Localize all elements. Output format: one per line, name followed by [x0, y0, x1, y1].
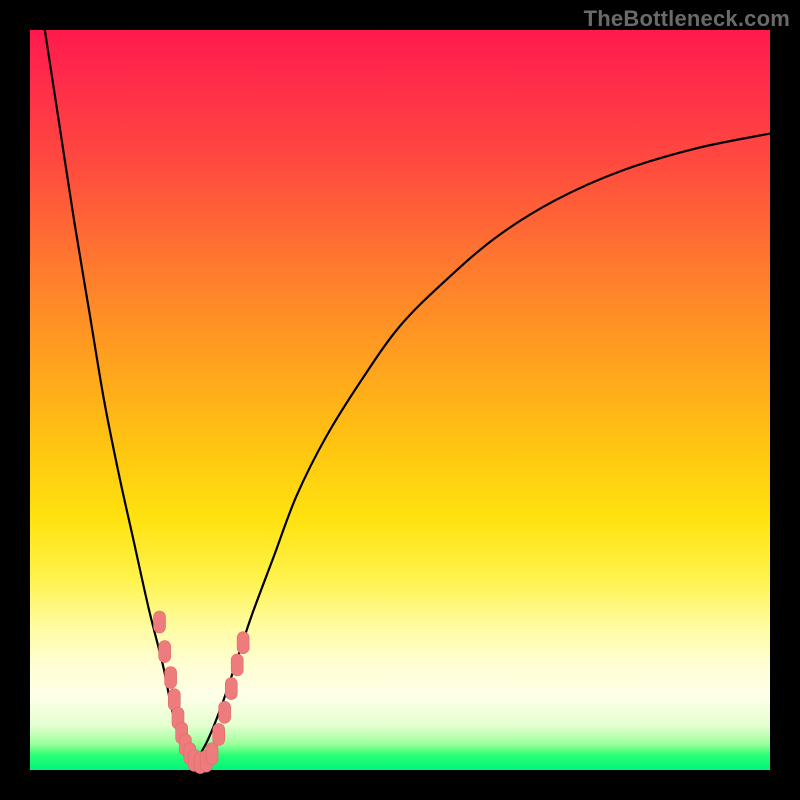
- marker: [237, 632, 249, 654]
- marker: [231, 654, 243, 676]
- marker: [159, 641, 171, 663]
- marker: [165, 667, 177, 689]
- right-curve: [193, 134, 770, 767]
- marker: [213, 723, 225, 745]
- outer-frame: TheBottleneck.com: [0, 0, 800, 800]
- marker: [219, 701, 231, 723]
- marker: [206, 743, 218, 765]
- marker: [225, 678, 237, 700]
- marker: [154, 611, 166, 633]
- chart-svg: [30, 30, 770, 770]
- plot-area: [30, 30, 770, 770]
- curve-group: [45, 30, 770, 766]
- watermark-text: TheBottleneck.com: [584, 6, 790, 32]
